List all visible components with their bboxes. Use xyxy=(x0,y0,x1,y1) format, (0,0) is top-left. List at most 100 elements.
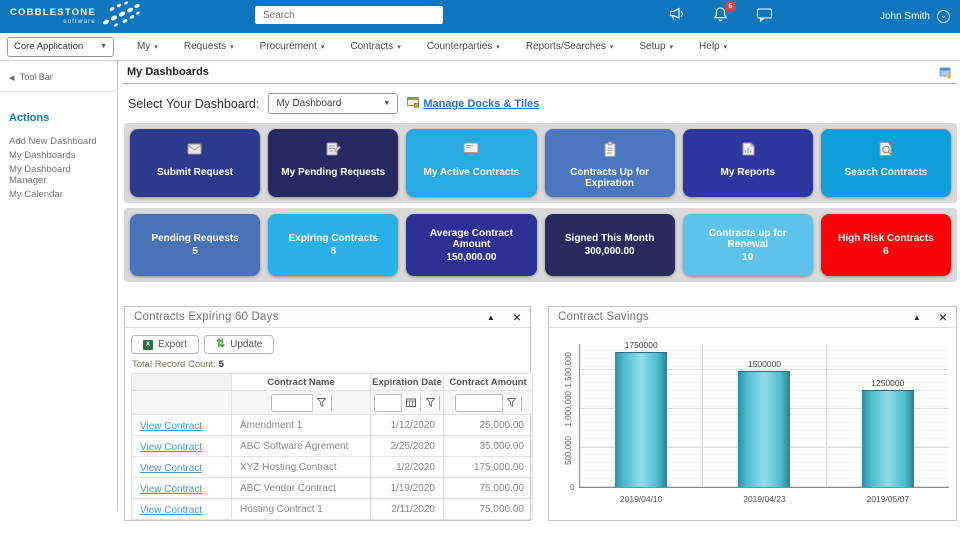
brand-subtitle: software xyxy=(63,19,96,26)
chart-bar[interactable]: 1250000 xyxy=(862,390,914,487)
expiration-date-filter-input[interactable] xyxy=(375,395,401,410)
export-button[interactable]: X Export xyxy=(131,335,199,354)
panel-settings-icon[interactable] xyxy=(939,66,952,84)
reports-icon xyxy=(683,140,813,158)
column-header-expiration-date[interactable]: Expiration Date xyxy=(371,374,444,391)
close-panel-icon[interactable]: × xyxy=(513,310,521,324)
table-row: View Contract ABC Software Agrement 2/25… xyxy=(132,436,533,457)
bar-value-label: 1500000 xyxy=(748,359,781,369)
menu-item-requests[interactable]: Requests▾ xyxy=(171,41,247,52)
cobblestone-logo: COBBLESTONE software xyxy=(10,0,144,33)
chevron-down-icon: ▼ xyxy=(383,100,390,107)
view-contract-link[interactable]: View Contract xyxy=(140,442,202,453)
sidebar-item-my-calendar[interactable]: My Calendar xyxy=(0,187,117,201)
total-record-count-value: 5 xyxy=(219,359,224,370)
submit-request-icon xyxy=(130,140,260,158)
contract-amount-filter-input[interactable] xyxy=(456,395,502,410)
contract-savings-chart: 1,500,000 1,000,000 500,000 0 1750000 20… xyxy=(549,328,956,512)
logo-dots-icon xyxy=(98,0,144,33)
view-contract-link[interactable]: View Contract xyxy=(140,463,202,474)
menu-item-contracts[interactable]: Contracts▾ xyxy=(337,41,413,52)
messages-icon[interactable] xyxy=(756,7,773,27)
tile-high-risk-contracts[interactable]: High Risk Contracts 6 xyxy=(821,214,951,276)
expiration-date-cell: 1/19/2020 xyxy=(371,478,444,499)
update-button[interactable]: ⇅ Update xyxy=(204,335,274,354)
tile-my-active-contracts[interactable]: My Active Contracts xyxy=(406,129,536,197)
tile-average-contract-amount[interactable]: Average Contract Amount 150,000.00 xyxy=(406,214,536,276)
toolbar-collapse[interactable]: ◀ Tool Bar xyxy=(0,70,117,92)
refresh-icon: ⇅ xyxy=(216,339,225,350)
tile-submit-request[interactable]: Submit Request xyxy=(130,129,260,197)
contract-savings-panel: Contract Savings ▲ × 1,500,000 1,000,000… xyxy=(548,306,957,521)
tile-expiring-contracts-count[interactable]: Expiring Contracts 8 xyxy=(268,214,398,276)
user-menu[interactable]: John Smith ⌄ xyxy=(880,0,950,33)
close-panel-icon[interactable]: × xyxy=(939,310,947,324)
column-header-contract-amount[interactable]: Contract Amount xyxy=(444,374,533,391)
application-select[interactable]: Core Application ▼ xyxy=(7,37,114,57)
menu-item-counterparties[interactable]: Counterparties▾ xyxy=(414,41,513,52)
metric-value: 8 xyxy=(268,246,398,257)
contract-name-filter-input[interactable] xyxy=(272,395,312,410)
contract-amount-cell: 75,000.00 xyxy=(444,478,533,499)
contract-amount-cell: 35,000.00 xyxy=(444,436,533,457)
metric-value: 5 xyxy=(130,246,260,257)
chart-bar[interactable]: 1500000 xyxy=(738,371,790,487)
tile-pending-requests-count[interactable]: Pending Requests 5 xyxy=(130,214,260,276)
contracts-expiring-panel: Contracts Expiring 60 Days ▲ × X Export … xyxy=(124,306,531,521)
metric-value: 10 xyxy=(683,252,813,263)
tile-contracts-up-for-expiration[interactable]: Contracts Up for Expiration xyxy=(545,129,675,197)
sidebar-item-my-dashboard-manager[interactable]: My Dashboard Manager xyxy=(0,162,117,187)
y-axis-tick: 1,000,000 xyxy=(564,391,573,427)
tile-contracts-up-for-renewal[interactable]: Contracts up for Renewal 10 xyxy=(683,214,813,276)
tile-search-contracts[interactable]: Search Contracts xyxy=(821,129,951,197)
x-axis-label: 2019/04/23 xyxy=(743,494,786,504)
tile-signed-this-month[interactable]: Signed This Month 300,000.00 xyxy=(545,214,675,276)
view-contract-link[interactable]: View Contract xyxy=(140,421,202,432)
chevron-down-icon: ▾ xyxy=(321,43,325,51)
manage-docks-tiles-link[interactable]: Manage Docks & Tiles xyxy=(423,98,539,110)
chart-category: 1750000 2019/04/10 xyxy=(580,344,702,487)
notifications-icon[interactable]: 6 xyxy=(713,6,728,27)
dashboard-select[interactable]: My Dashboard ▼ xyxy=(268,93,398,114)
contract-name-cell: XYZ Hosting Contract xyxy=(232,457,371,478)
collapse-panel-icon[interactable]: ▲ xyxy=(913,313,921,322)
contract-name-cell: ABC Software Agrement xyxy=(232,436,371,457)
x-axis-label: 2019/05/07 xyxy=(867,494,910,504)
manage-docks-icon xyxy=(407,95,419,113)
menu-item-reports-searches[interactable]: Reports/Searches▾ xyxy=(513,41,627,52)
menu-item-setup[interactable]: Setup▾ xyxy=(626,41,686,52)
chart-bar[interactable]: 1750000 xyxy=(615,352,667,487)
actions-heading: Actions xyxy=(0,92,117,134)
chevron-down-icon: ▾ xyxy=(724,43,728,51)
tile-my-reports[interactable]: My Reports xyxy=(683,129,813,197)
search-contracts-icon xyxy=(821,140,951,158)
menu-item-help[interactable]: Help▾ xyxy=(686,41,740,52)
table-row: View Contract XYZ Hosting Contract 1/2/2… xyxy=(132,457,533,478)
collapse-left-icon: ◀ xyxy=(9,75,14,82)
calendar-icon[interactable] xyxy=(401,394,420,412)
sidebar-item-my-dashboards[interactable]: My Dashboards xyxy=(0,148,117,162)
expiration-date-cell: 1/12/2020 xyxy=(371,415,444,436)
chevron-down-icon: ▾ xyxy=(154,43,158,51)
contracts-expiration-icon xyxy=(545,140,675,158)
filter-icon[interactable] xyxy=(312,394,331,412)
column-header-contract-name[interactable]: Contract Name xyxy=(232,374,371,391)
collapse-panel-icon[interactable]: ▲ xyxy=(487,313,495,322)
expiration-date-cell: 2/25/2020 xyxy=(371,436,444,457)
contract-amount-cell: 175,000.00 xyxy=(444,457,533,478)
view-contract-link[interactable]: View Contract xyxy=(140,505,202,516)
chevron-down-icon: ▼ xyxy=(100,43,107,50)
tile-my-pending-requests[interactable]: My Pending Requests xyxy=(268,129,398,197)
search-input[interactable] xyxy=(255,6,443,24)
announcements-icon[interactable] xyxy=(668,7,685,27)
total-record-count-label: Total Record Count: xyxy=(132,359,216,370)
panel-title: Contract Savings xyxy=(558,311,913,323)
menu-item-my[interactable]: My▾ xyxy=(124,41,171,52)
menu-item-procurement[interactable]: Procurement▾ xyxy=(247,41,338,52)
filter-icon[interactable] xyxy=(420,394,439,412)
view-contract-link[interactable]: View Contract xyxy=(140,484,202,495)
top-bar: COBBLESTONE software xyxy=(0,0,960,33)
sidebar-item-add-new-dashboard[interactable]: Add New Dashboard xyxy=(0,134,117,148)
filter-icon[interactable] xyxy=(502,394,521,412)
chevron-down-icon: ▾ xyxy=(496,43,500,51)
